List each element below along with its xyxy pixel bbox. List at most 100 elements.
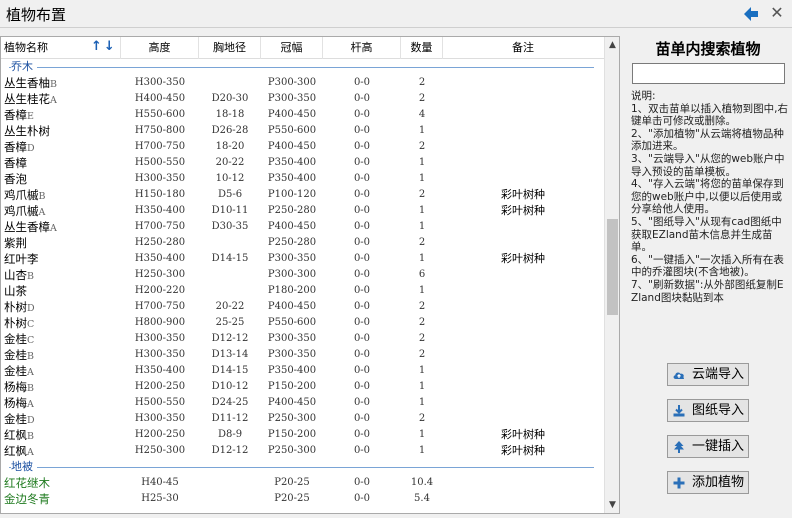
cell-crown: P300-300 [267, 77, 317, 88]
cell-name: 金桂D [1, 411, 121, 427]
cell-height: H200-250 [134, 429, 186, 440]
table-row[interactable]: 丛生桂花A H400-450 D20-30 P300-350 0-0 2 [1, 91, 604, 107]
cell-note [443, 171, 603, 187]
table-row[interactable]: 香樟D H700-750 18-20 P400-450 0-0 2 [1, 139, 604, 155]
table-row[interactable]: 香泡 H300-350 10-12 P350-400 0-0 1 [1, 171, 604, 187]
cell-crown: P300-350 [267, 253, 317, 264]
cell-dbh [199, 491, 261, 507]
drawing-import-button[interactable]: 图纸导入 [667, 399, 749, 422]
table-row[interactable]: 金桂D H300-350 D11-12 P250-300 0-0 2 [1, 411, 604, 427]
cell-trunk: 0-0 [353, 445, 371, 456]
cell-dbh: D11-12 [211, 413, 249, 424]
plant-name: 金桂 [4, 412, 27, 426]
table-row[interactable]: 丛生朴树 H750-800 D26-28 P550-600 0-0 1 [1, 123, 604, 139]
plant-name: 鸡爪槭 [4, 188, 39, 202]
plant-search-input[interactable] [632, 63, 785, 84]
column-header-qty[interactable]: 数量 [401, 37, 443, 59]
table-row[interactable]: 朴树C H800-900 25-25 P550-600 0-0 2 [1, 315, 604, 331]
cell-trunk: 0-0 [353, 93, 371, 104]
one-click-insert-button[interactable]: 一键插入 [667, 435, 749, 458]
cell-trunk: 0-0 [353, 125, 371, 136]
table-row[interactable]: 红叶李 H350-400 D14-15 P300-350 0-0 1 彩叶树种 [1, 251, 604, 267]
cell-name: 红枫B [1, 427, 121, 443]
plant-name: 杨梅 [4, 380, 27, 394]
cell-dbh: D30-35 [211, 221, 249, 232]
cell-dbh: D20-30 [211, 93, 249, 104]
cell-crown: P350-400 [267, 365, 317, 376]
plant-name: 金边冬青 [4, 492, 50, 506]
search-title: 苗单内搜索植物 [655, 40, 761, 58]
cell-qty: 2 [418, 189, 426, 200]
cell-qty: 2 [418, 77, 426, 88]
table-row[interactable]: 香樟E H550-600 18-18 P400-450 0-0 4 [1, 107, 604, 123]
table-row[interactable]: 杨梅B H200-250 D10-12 P150-200 0-0 1 [1, 379, 604, 395]
close-icon[interactable]: ✕ [769, 3, 785, 23]
scrollbar-thumb[interactable] [607, 219, 618, 315]
title-bar: 植物布置 ✕ [0, 0, 792, 28]
cell-height: H400-450 [134, 93, 186, 104]
table-row[interactable]: 山杏B H250-300 P300-300 0-0 6 [1, 267, 604, 283]
plant-variant: D [27, 303, 35, 314]
cell-height: H250-300 [134, 269, 186, 280]
cloud-import-button[interactable]: 云端导入 [667, 363, 749, 386]
table-row[interactable]: 丛生香樟A H700-750 D30-35 P400-450 0-0 1 [1, 219, 604, 235]
table-row[interactable]: 鸡爪槭A H350-400 D10-11 P250-280 0-0 1 彩叶树种 [1, 203, 604, 219]
column-header-trunk[interactable]: 杆高 [323, 37, 401, 59]
cell-qty: 1 [418, 253, 426, 264]
column-header-note[interactable]: 备注 [443, 37, 603, 59]
cell-crown: P400-450 [267, 109, 317, 120]
table-row[interactable]: 金桂C H300-350 D12-12 P300-350 0-0 2 [1, 331, 604, 347]
cell-height: H500-550 [134, 157, 186, 168]
add-plant-button[interactable]: 添加植物 [667, 471, 749, 494]
cell-dbh: 20-22 [215, 157, 245, 168]
table-row[interactable]: 红枫B H200-250 D8-9 P150-200 0-0 1 彩叶树种 [1, 427, 604, 443]
table-row[interactable]: 杨梅A H500-550 D24-25 P400-450 0-0 1 [1, 395, 604, 411]
table-row[interactable]: 朴树D H700-750 20-22 P400-450 0-0 2 [1, 299, 604, 315]
plant-name: 紫荆 [4, 236, 27, 250]
cell-name: 金桂B [1, 347, 121, 363]
table-row[interactable]: 丛生香柚B H300-350 P300-300 0-0 2 [1, 75, 604, 91]
cell-height: H25-30 [141, 493, 179, 504]
cell-qty: 4 [418, 109, 426, 120]
cell-name: 朴树D [1, 299, 121, 315]
table-row[interactable]: 红枫A H250-300 D12-12 P250-300 0-0 1 彩叶树种 [1, 443, 604, 459]
cell-crown: P400-450 [267, 221, 317, 232]
table-row[interactable]: 紫荆 H250-280 P250-280 0-0 2 [1, 235, 604, 251]
cell-trunk: 0-0 [353, 173, 371, 184]
vertical-scrollbar[interactable]: ▲ ▼ [604, 37, 619, 513]
plant-variant: C [27, 335, 35, 346]
cell-note [443, 155, 603, 171]
cell-trunk: 0-0 [353, 317, 371, 328]
column-header-dbh[interactable]: 胸地径 [199, 37, 261, 59]
table-row[interactable]: 金桂B H300-350 D13-14 P300-350 0-0 2 [1, 347, 604, 363]
instruction-line: 说明: [631, 90, 656, 102]
plus-icon [673, 477, 685, 489]
cell-name: 紫荆 [1, 235, 121, 251]
plant-list[interactable]: 植物名称 ↑↓ 高度 胸地径 冠幅 杆高 数量 备注 乔木 丛生香柚B H300-3… [0, 36, 620, 514]
table-row[interactable]: 鸡爪槭B H150-180 D5-6 P100-120 0-0 2 彩叶树种 [1, 187, 604, 203]
cell-note: 彩叶树种 [501, 252, 545, 265]
cell-crown: P400-450 [267, 397, 317, 408]
plant-name: 丛生桂花 [4, 92, 50, 106]
group-header[interactable]: 地被 [1, 459, 604, 475]
column-header-crown[interactable]: 冠幅 [261, 37, 323, 59]
scroll-up-icon[interactable]: ▲ [605, 37, 619, 53]
plant-name: 鸡爪槭 [4, 204, 39, 218]
group-label: 地被 [11, 459, 37, 475]
instructions-text: 说明: 1、双击苗单以插入植物到图中,右键单击可修改或删除。 2、"添加植物"从云端… [631, 90, 789, 336]
cell-qty: 2 [418, 141, 426, 152]
table-row[interactable]: 金桂A H350-400 D14-15 P350-400 0-0 1 [1, 363, 604, 379]
table-row[interactable]: 红花继木 H40-45 P20-25 0-0 10.4 [1, 475, 604, 491]
arrow-left-icon[interactable] [742, 5, 760, 23]
scroll-down-icon[interactable]: ▼ [605, 497, 619, 513]
table-row[interactable]: 香樟 H500-550 20-22 P350-400 0-0 1 [1, 155, 604, 171]
sort-arrows-icon[interactable]: ↑↓ [91, 39, 119, 57]
cell-dbh [199, 283, 261, 299]
instruction-line: 2、"添加植物"从云端将植物品种添加进来。 [631, 127, 784, 153]
cell-crown: P300-300 [267, 269, 317, 280]
table-row[interactable]: 金边冬青 H25-30 P20-25 0-0 5.4 [1, 491, 604, 507]
group-header[interactable]: 乔木 [1, 59, 604, 75]
column-header-height[interactable]: 高度 [121, 37, 199, 59]
add-plant-label: 添加植物 [692, 475, 745, 490]
table-row[interactable]: 山茶 H200-220 P180-200 0-0 1 [1, 283, 604, 299]
